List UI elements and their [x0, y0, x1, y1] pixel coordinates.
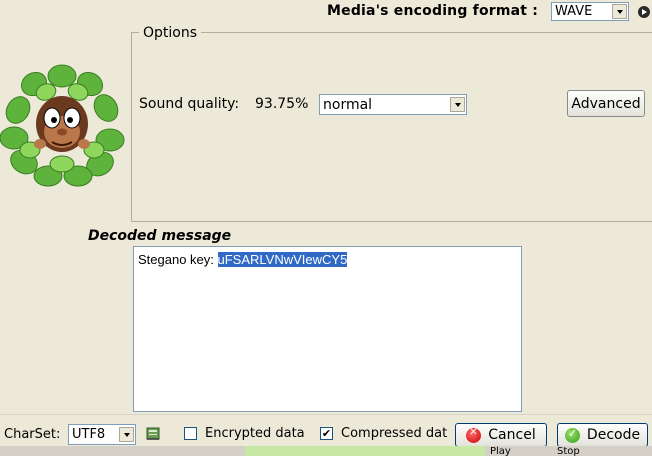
decode-button[interactable]: Decode: [557, 423, 648, 447]
compressed-data-checkbox[interactable]: ✔: [320, 427, 333, 440]
stegano-key-value[interactable]: uFSARLVNwVIewCY5: [217, 252, 348, 267]
charset-select[interactable]: UTF8: [68, 424, 136, 445]
charset-label: CharSet:: [4, 427, 61, 442]
sound-quality-select-value: normal: [323, 96, 373, 113]
charset-value: UTF8: [72, 427, 106, 442]
mascot-in-leaves-icon: [0, 64, 125, 187]
encrypted-data-checkbox[interactable]: [184, 427, 197, 440]
media-format-label: Media's encoding format :: [327, 3, 539, 19]
underlying-stop-button[interactable]: Stop: [557, 446, 580, 456]
cancel-button-label: Cancel: [488, 427, 536, 443]
options-legend: Options: [139, 25, 202, 41]
compressed-data-label: Compressed dat: [341, 426, 448, 441]
decoded-message-label: Decoded message: [88, 228, 232, 244]
underlying-play-button[interactable]: Play: [490, 446, 511, 456]
stegano-key-prefix: Stegano key:: [138, 252, 218, 267]
check-mark-icon: ✔: [321, 427, 332, 440]
media-format-select[interactable]: WAVE: [551, 2, 629, 21]
sound-quality-label: Sound quality:: [139, 96, 240, 112]
options-group: [131, 32, 652, 222]
decoded-message-textarea[interactable]: Stegano key: uFSARLVNwVIewCY5: [133, 246, 522, 412]
underlying-window-panel: [245, 446, 485, 456]
cancel-button[interactable]: Cancel: [455, 423, 547, 447]
chevron-down-icon[interactable]: [450, 97, 465, 112]
decode-button-label: Decode: [586, 427, 641, 443]
book-icon[interactable]: [145, 425, 162, 442]
sound-quality-select[interactable]: normal: [319, 94, 467, 115]
chevron-down-icon[interactable]: [612, 4, 627, 19]
cancel-icon: [466, 427, 482, 443]
sound-quality-value: 93.75%: [255, 96, 309, 112]
encrypted-data-label: Encrypted data: [205, 426, 305, 441]
play-icon[interactable]: [638, 6, 650, 18]
chevron-down-icon[interactable]: [119, 427, 134, 442]
media-format-value: WAVE: [555, 4, 593, 19]
advanced-button[interactable]: Advanced: [567, 90, 645, 117]
check-icon: [564, 427, 580, 443]
